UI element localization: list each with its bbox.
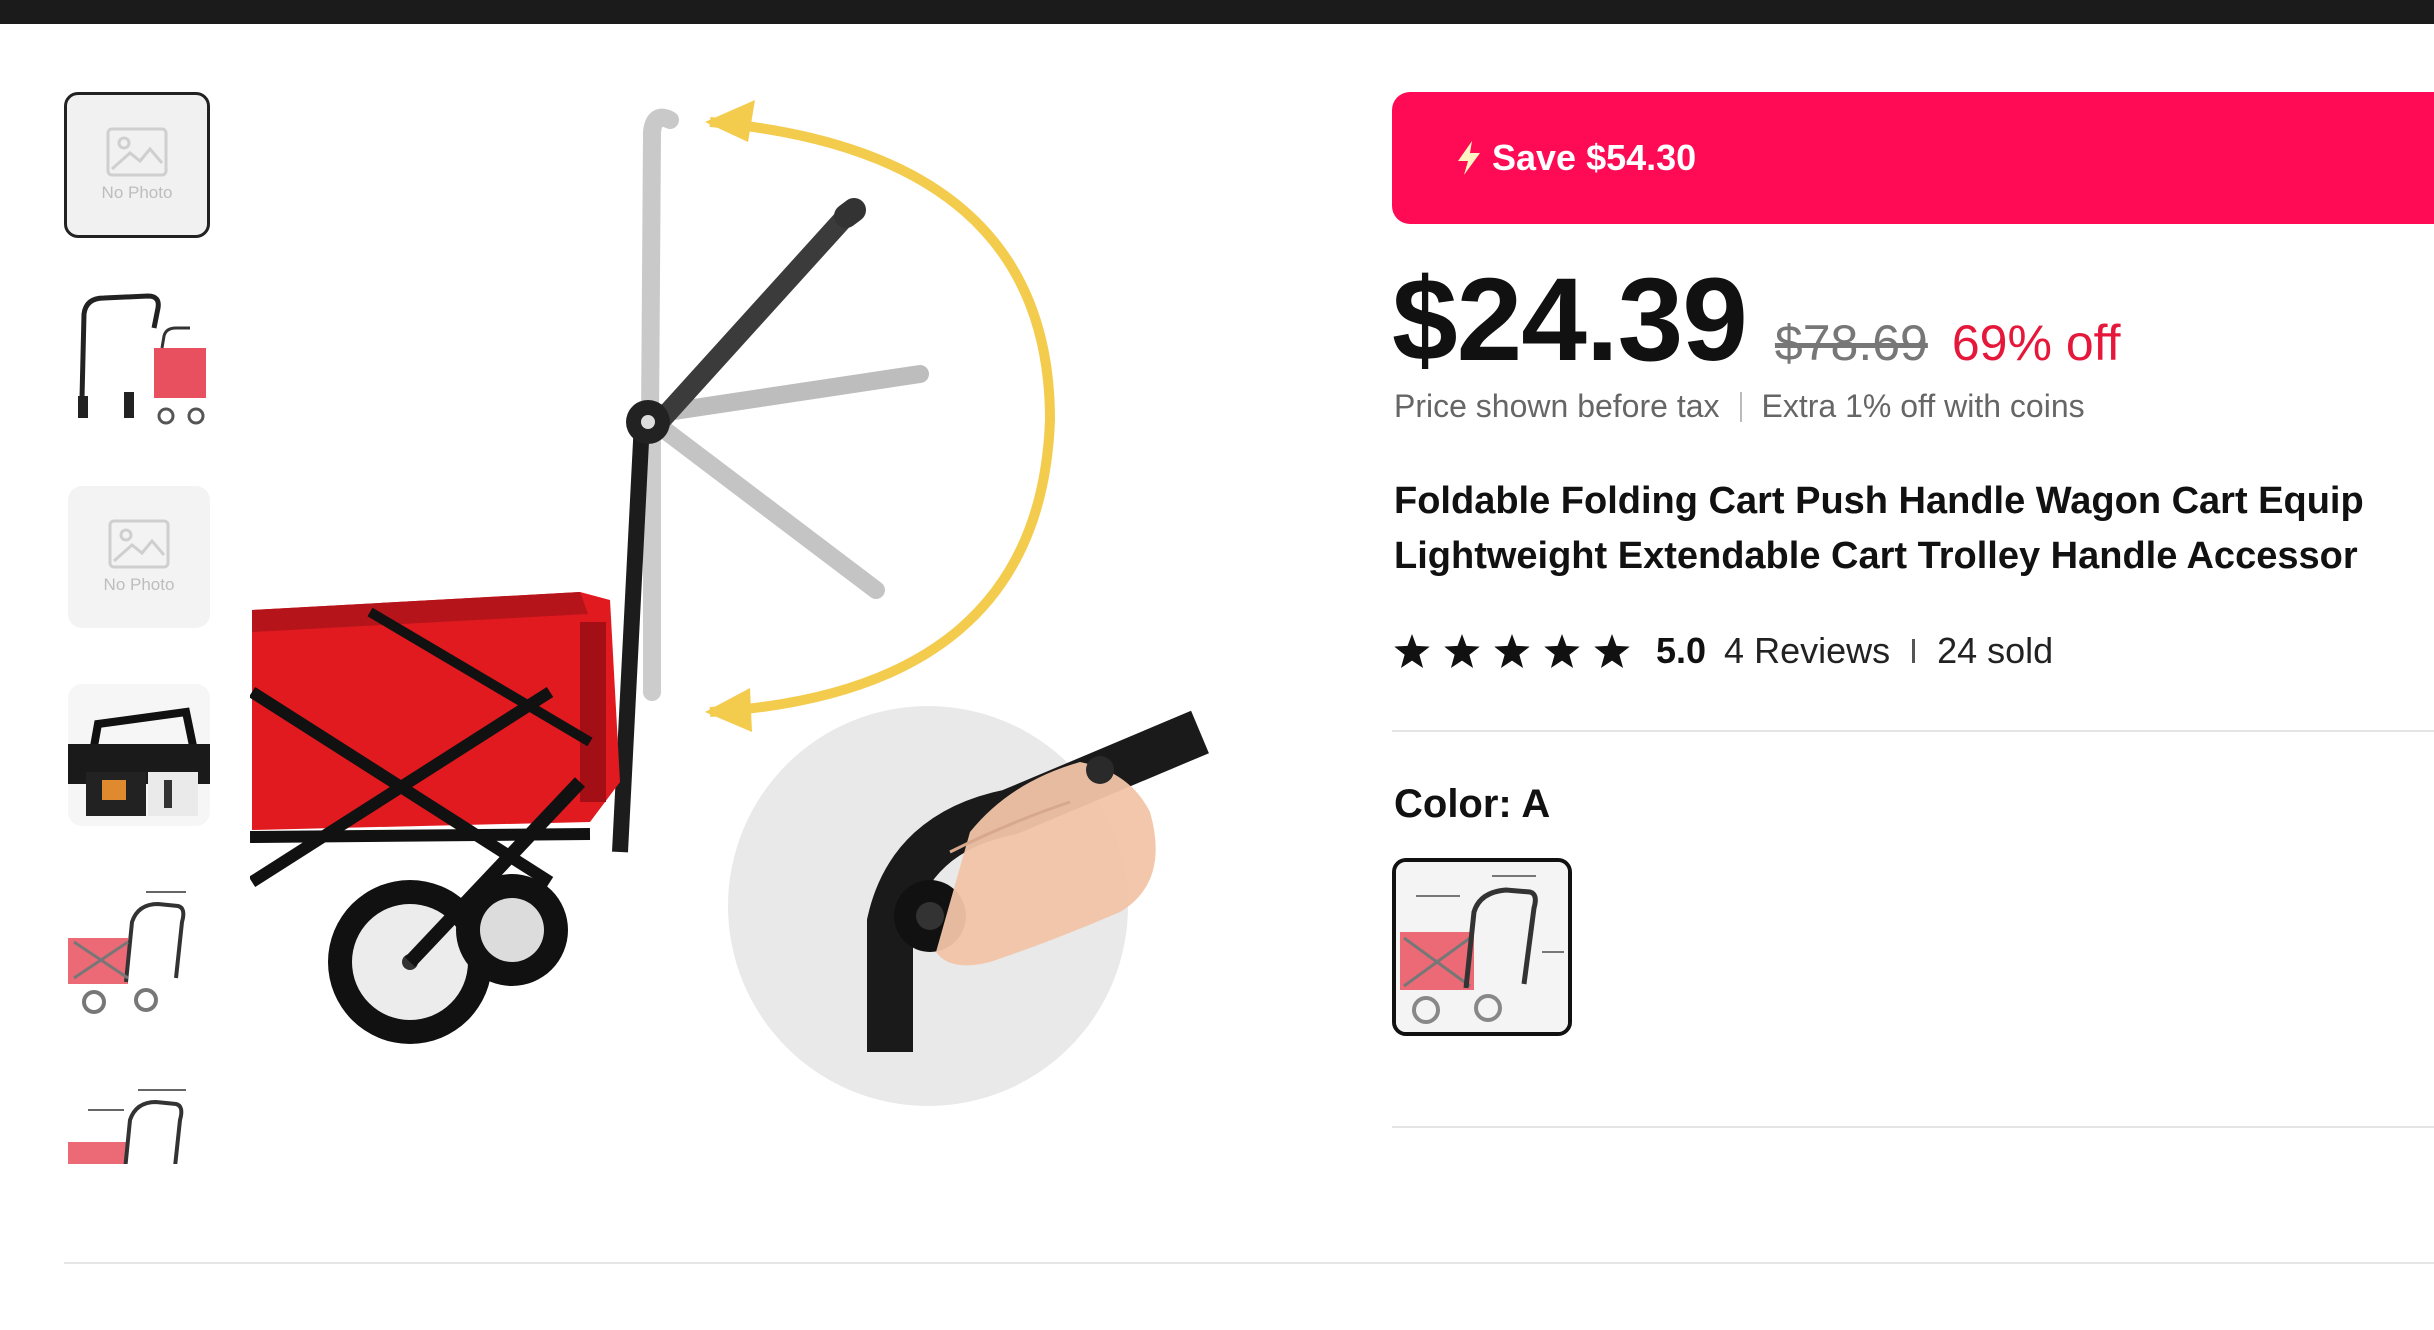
cart-handle-illustration xyxy=(248,100,1209,1106)
save-amount: Save $54.30 xyxy=(1492,137,1697,178)
thumbnail-strip[interactable]: No Photo No Photo xyxy=(64,92,214,1164)
no-photo-placeholder: No Photo xyxy=(67,95,207,235)
price-notes: Price shown before tax Extra 1% off with… xyxy=(1394,388,2085,425)
divider xyxy=(1392,1126,2434,1128)
thumbnail-2[interactable] xyxy=(68,288,210,430)
tax-note: Price shown before tax xyxy=(1394,388,1720,424)
thumbnail-4[interactable] xyxy=(68,684,210,826)
thumbnail-6[interactable] xyxy=(68,1080,210,1164)
lightning-icon xyxy=(1458,141,1480,175)
current-price: $24.39 xyxy=(1392,254,1748,386)
thumbnail-1[interactable]: No Photo xyxy=(64,92,210,238)
no-photo-label: No Photo xyxy=(101,183,173,202)
rating-value: 5.0 xyxy=(1656,630,1707,671)
note-separator xyxy=(1739,391,1742,422)
star-icon xyxy=(1594,634,1630,668)
product-title-line-1: Foldable Folding Cart Push Handle Wagon … xyxy=(1394,480,2364,522)
rating-separator xyxy=(1912,639,1916,663)
star-icon xyxy=(1494,634,1530,668)
star-icon xyxy=(1444,634,1480,668)
cart-handle-thumbnail-image xyxy=(78,293,206,425)
sold-count: 24 sold xyxy=(1937,630,2054,671)
color-option-image xyxy=(1396,862,1568,1032)
thumbnail-5[interactable] xyxy=(68,882,210,1024)
no-photo-label: No Photo xyxy=(103,575,175,594)
original-price: $78.69 xyxy=(1774,315,1928,371)
save-banner: Save $54.30 xyxy=(1392,92,2434,224)
section-divider xyxy=(64,1262,2434,1264)
rating-row[interactable]: 5.0 4 Reviews 24 sold xyxy=(1394,630,2053,672)
browser-top-bar xyxy=(0,0,2434,24)
color-label: Color: A xyxy=(1394,782,1551,826)
rating-stars xyxy=(1394,634,1630,668)
discount-percent: 69% off xyxy=(1951,315,2121,371)
coins-note[interactable]: Extra 1% off with coins xyxy=(1762,388,2085,425)
reviews-link[interactable]: 4 Reviews xyxy=(1724,630,1890,672)
main-product-image[interactable] xyxy=(248,92,1280,1172)
product-title-line-2: Lightweight Extendable Cart Trolley Hand… xyxy=(1394,535,2358,577)
cart-closeup-thumbnail-image xyxy=(68,684,210,826)
color-option-a[interactable] xyxy=(1392,858,1572,1036)
thumbnail-3[interactable]: No Photo xyxy=(68,486,210,628)
price-row: $24.39 $78.69 69% off xyxy=(1392,252,2121,388)
image-placeholder-icon xyxy=(108,519,170,569)
divider xyxy=(1392,730,2434,732)
cart-dimensions-2-thumbnail-image xyxy=(68,1089,186,1164)
product-title: Foldable Folding Cart Push Handle Wagon … xyxy=(1394,474,2434,592)
star-icon xyxy=(1394,634,1430,668)
image-placeholder-icon xyxy=(106,127,168,177)
star-icon xyxy=(1544,634,1580,668)
no-photo-placeholder: No Photo xyxy=(68,486,210,628)
cart-dimensions-thumbnail-image xyxy=(68,891,186,1014)
